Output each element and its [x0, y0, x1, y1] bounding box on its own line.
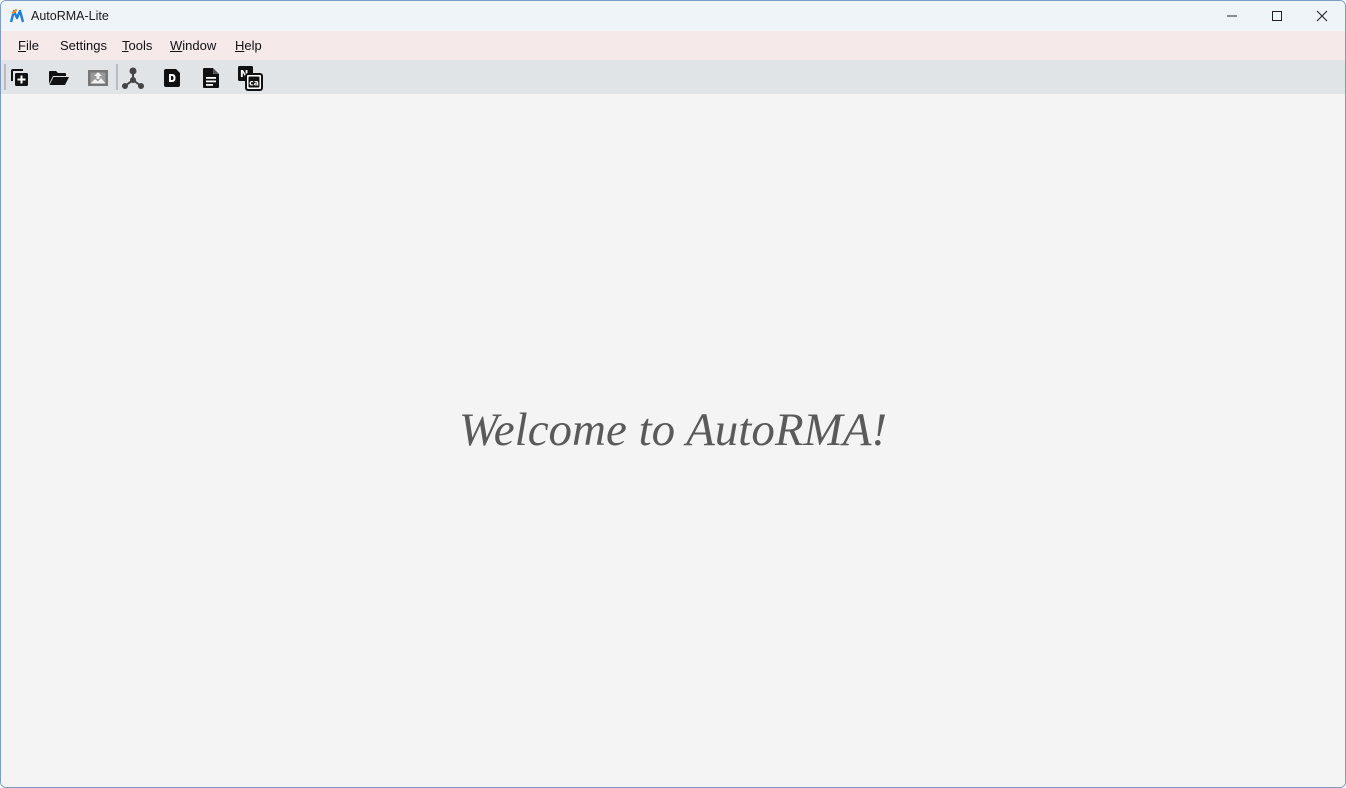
main-area: Welcome to AutoRMA! — [1, 94, 1345, 787]
close-button[interactable] — [1299, 1, 1345, 31]
app-window: AutoRMA-Lite File Settings Tools Window … — [0, 0, 1346, 788]
menu-help[interactable]: Help — [235, 31, 262, 60]
menu-settings[interactable]: Settings — [60, 31, 107, 60]
menu-settings-label: Settings — [60, 38, 107, 53]
menu-window-label: indow — [182, 38, 217, 53]
minimize-icon — [1227, 15, 1237, 17]
app-logo-icon — [10, 8, 25, 23]
toolbar: N ca — [1, 60, 1345, 94]
new-project-button[interactable] — [6, 64, 34, 92]
naca-icon-bottom-text: ca — [249, 79, 259, 88]
naca-icon: N ca — [238, 66, 263, 91]
menu-file-label: ile — [25, 38, 39, 53]
menu-help-mnemonic: H — [235, 38, 245, 53]
menu-help-label: elp — [244, 38, 262, 53]
document-button[interactable] — [197, 64, 225, 92]
window-title: AutoRMA-Lite — [31, 9, 109, 23]
menu-file-mnemonic: F — [18, 38, 26, 53]
maximize-button[interactable] — [1254, 1, 1300, 31]
document-icon — [203, 68, 219, 88]
menu-window[interactable]: Window — [170, 31, 216, 60]
title-bar[interactable]: AutoRMA-Lite — [1, 1, 1345, 31]
close-icon — [1316, 10, 1328, 22]
import-image-button[interactable] — [84, 64, 112, 92]
network-icon — [122, 67, 144, 89]
document-d-icon — [164, 69, 180, 87]
new-project-icon — [11, 69, 28, 86]
naca-button[interactable]: N ca — [236, 64, 264, 92]
document-d-button[interactable] — [158, 64, 186, 92]
import-image-icon — [88, 70, 108, 86]
menu-tools-label: ools — [128, 38, 153, 53]
menu-window-mnemonic: W — [170, 38, 183, 53]
menu-bar: File Settings Tools Window Help — [1, 31, 1345, 60]
maximize-icon — [1272, 11, 1282, 21]
open-button[interactable] — [45, 64, 73, 92]
toolbar-separator — [116, 64, 118, 90]
minimize-button[interactable] — [1209, 1, 1255, 31]
welcome-message: Welcome to AutoRMA! — [458, 404, 888, 456]
menu-tools[interactable]: Tools — [122, 31, 152, 60]
open-folder-icon — [49, 71, 69, 85]
network-button[interactable] — [119, 64, 147, 92]
menu-file[interactable]: File — [18, 31, 39, 60]
